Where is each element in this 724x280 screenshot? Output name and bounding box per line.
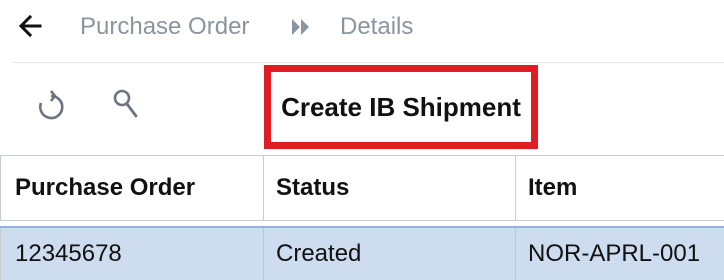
breadcrumb-details: Details (340, 13, 414, 40)
table-row[interactable]: 12345678 Created NOR-APRL-001 (0, 226, 724, 280)
breadcrumb: Purchase Order Details (0, 0, 724, 54)
cell-purchase-order: 12345678 (0, 228, 264, 280)
create-ib-shipment-button[interactable]: Create IB Shipment (264, 65, 538, 149)
cell-item: NOR-APRL-001 (528, 240, 701, 267)
column-header-item[interactable]: Item (516, 156, 724, 220)
arrow-left-icon[interactable] (18, 13, 42, 39)
cell-status: Created (264, 228, 516, 280)
refresh-icon[interactable] (34, 90, 68, 124)
purchase-order-grid: Purchase Order Status Item 12345678 Crea… (0, 155, 724, 280)
create-ib-shipment-label: Create IB Shipment (281, 91, 521, 122)
search-icon[interactable] (112, 84, 142, 124)
column-header-purchase-order[interactable]: Purchase Order (0, 156, 264, 220)
breadcrumb-purchase-order[interactable]: Purchase Order (80, 13, 249, 41)
header-divider (12, 62, 724, 63)
double-chevron-right-icon (292, 19, 309, 35)
grid-header-row: Purchase Order Status Item (0, 155, 724, 221)
column-header-status[interactable]: Status (264, 156, 516, 220)
purchase-order-details-page: Purchase Order Details Create IB Shipmen… (0, 0, 724, 280)
